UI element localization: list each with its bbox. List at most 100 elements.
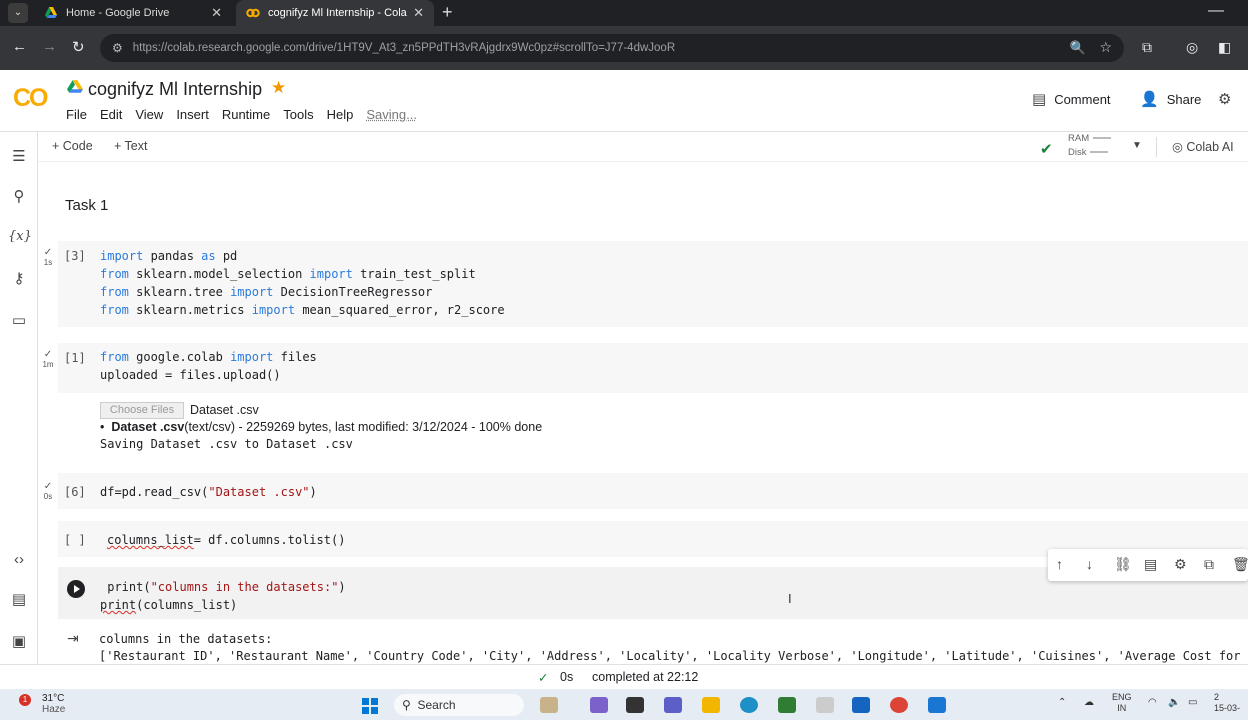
menu-insert[interactable]: Insert: [176, 107, 209, 122]
temperature: 31°C: [42, 693, 65, 704]
comment-icon[interactable]: ▤: [1144, 556, 1157, 573]
wifi-icon[interactable]: ◠: [1148, 697, 1157, 708]
cell-status: ✓ 0s: [38, 481, 58, 501]
completed-time: completed at 22:12: [592, 670, 699, 684]
store-icon[interactable]: [778, 697, 796, 713]
battery-icon[interactable]: ▭: [1188, 697, 1197, 708]
choose-files-button[interactable]: Choose Files: [100, 402, 184, 419]
table-of-contents-icon[interactable]: ☰: [8, 146, 30, 168]
volume-icon[interactable]: 🔈: [1168, 697, 1180, 708]
code-snippets-icon[interactable]: ‹›: [8, 549, 30, 571]
copilot-icon[interactable]: [590, 697, 608, 713]
code-editor[interactable]: df=pd.read_csv("Dataset .csv"): [100, 483, 317, 501]
edge-icon[interactable]: [740, 697, 758, 713]
menu-tools[interactable]: Tools: [283, 107, 313, 122]
link-icon[interactable]: ⛓: [1114, 556, 1132, 573]
execution-count: [3]: [64, 249, 86, 263]
site-info-icon[interactable]: ⚙: [112, 41, 123, 55]
colab-ai-button[interactable]: ◎ Colab AI: [1172, 139, 1234, 154]
extensions-icon[interactable]: ⧉: [1142, 39, 1152, 56]
variables-icon[interactable]: {x}: [8, 226, 32, 248]
url-text[interactable]: https://colab.research.google.com/drive/…: [133, 42, 1033, 54]
drive-icon[interactable]: [67, 80, 83, 94]
left-sidebar: ☰ ⚲ {x} ⚷ ▭ ‹› ▤ ▣: [0, 132, 38, 664]
disk-label: Disk: [1068, 147, 1087, 158]
bookmark-star-icon[interactable]: ☆: [1099, 39, 1112, 56]
app-icon[interactable]: [928, 697, 946, 713]
terminal-icon[interactable]: ▣: [8, 631, 30, 653]
colab-icon: [246, 8, 260, 18]
runtime-dropdown-icon[interactable]: ▼: [1132, 140, 1142, 151]
tab-colab[interactable]: cognifyz Ml Internship - Colab ✕: [236, 0, 434, 26]
gear-icon[interactable]: ⚙: [1174, 556, 1187, 573]
reload-icon[interactable]: ↻: [72, 38, 85, 56]
browser-toolbar: ← → ↻ ⚙ https://colab.research.google.co…: [0, 26, 1248, 70]
address-bar[interactable]: ⚙ https://colab.research.google.com/driv…: [100, 34, 1124, 62]
taskbar-search[interactable]: ⚲ Search: [394, 694, 524, 716]
weather-widget[interactable]: 1 31°C Haze: [19, 693, 65, 715]
command-palette-icon[interactable]: ▤: [8, 589, 30, 611]
menu-view[interactable]: View: [135, 107, 163, 122]
run-cell-button[interactable]: [67, 580, 85, 598]
chrome-icon[interactable]: [890, 697, 908, 713]
teams-icon[interactable]: [664, 697, 682, 713]
desktop-icon[interactable]: [626, 697, 644, 713]
star-icon[interactable]: ★: [271, 78, 286, 98]
code-editor[interactable]: from google.colab import files uploaded …: [100, 348, 317, 384]
saving-status[interactable]: Saving...: [366, 107, 417, 122]
output-line: ['Restaurant ID', 'Restaurant Name', 'Co…: [99, 649, 1248, 663]
comment-button[interactable]: ▤ Comment: [1032, 90, 1111, 108]
output-actions-icon[interactable]: ⇥: [67, 630, 79, 647]
move-up-icon[interactable]: ↑: [1056, 556, 1063, 572]
clock-date[interactable]: 2 15-03-: [1214, 692, 1240, 714]
ram-label: RAM: [1068, 133, 1090, 144]
files-folder-icon[interactable]: ▭: [8, 310, 30, 332]
code-editor[interactable]: columns_list= df.columns.tolist(): [107, 531, 345, 549]
tray-overflow-icon[interactable]: ⌃: [1058, 697, 1066, 708]
add-text-button[interactable]: + Text: [114, 139, 147, 153]
check-icon: ✓: [538, 671, 549, 685]
move-down-icon[interactable]: ↓: [1086, 556, 1093, 572]
zoom-icon[interactable]: 🔍: [1070, 40, 1086, 56]
colab-logo[interactable]: CO: [13, 84, 48, 113]
new-tab-icon[interactable]: +: [442, 2, 453, 23]
tab-search-chevron-icon[interactable]: ⌄: [8, 3, 28, 23]
check-icon: ✓: [43, 481, 53, 492]
forward-icon[interactable]: →: [42, 38, 57, 55]
code-editor[interactable]: import pandas as pd from sklearn.model_s…: [100, 247, 505, 319]
side-panel-icon[interactable]: ◧: [1218, 39, 1231, 56]
minimize-window-icon[interactable]: —: [1208, 2, 1224, 20]
execution-duration: 0s: [560, 670, 574, 684]
menu-edit[interactable]: Edit: [100, 107, 122, 122]
menu-runtime[interactable]: Runtime: [222, 107, 270, 122]
code-editor[interactable]: print("columns in the datasets:") print(…: [100, 578, 346, 614]
file-explorer-icon[interactable]: [702, 697, 720, 713]
delete-icon[interactable]: 🗑: [1232, 556, 1248, 573]
taskbar-app-icon[interactable]: [540, 697, 558, 713]
share-button[interactable]: 👤 Share: [1140, 90, 1201, 108]
menu-help[interactable]: Help: [327, 107, 354, 122]
tab-google-drive[interactable]: Home - Google Drive ✕: [34, 0, 232, 26]
profile-sync-icon[interactable]: ◎: [1186, 39, 1198, 56]
language-indicator[interactable]: ENG IN: [1112, 692, 1132, 714]
search-icon[interactable]: ⚲: [8, 186, 30, 208]
settings-button[interactable]: ⚙: [1218, 90, 1239, 108]
close-tab-icon[interactable]: ✕: [413, 5, 424, 21]
mail-icon[interactable]: [852, 697, 870, 713]
resources-indicator[interactable]: RAM Disk: [1068, 132, 1112, 160]
check-icon: ✓: [43, 247, 53, 258]
close-tab-icon[interactable]: ✕: [211, 5, 222, 21]
mirror-cell-icon[interactable]: ⧉: [1204, 556, 1214, 573]
execution-status-bar: ✓ 0s completed at 22:12: [0, 664, 1248, 689]
chosen-file-name: Dataset .csv: [190, 403, 259, 417]
weather-alert-icon: 1: [19, 694, 31, 706]
notebook-title[interactable]: cognifyz Ml Internship: [88, 79, 262, 100]
markdown-heading: Task 1: [65, 197, 109, 214]
back-icon[interactable]: ←: [12, 38, 27, 55]
onedrive-icon[interactable]: ☁: [1084, 697, 1094, 708]
app-icon[interactable]: [816, 697, 834, 713]
add-code-button[interactable]: + Code: [52, 139, 93, 153]
menu-file[interactable]: File: [66, 107, 87, 122]
windows-start-icon[interactable]: [362, 698, 378, 714]
secrets-key-icon[interactable]: ⚷: [8, 268, 30, 290]
